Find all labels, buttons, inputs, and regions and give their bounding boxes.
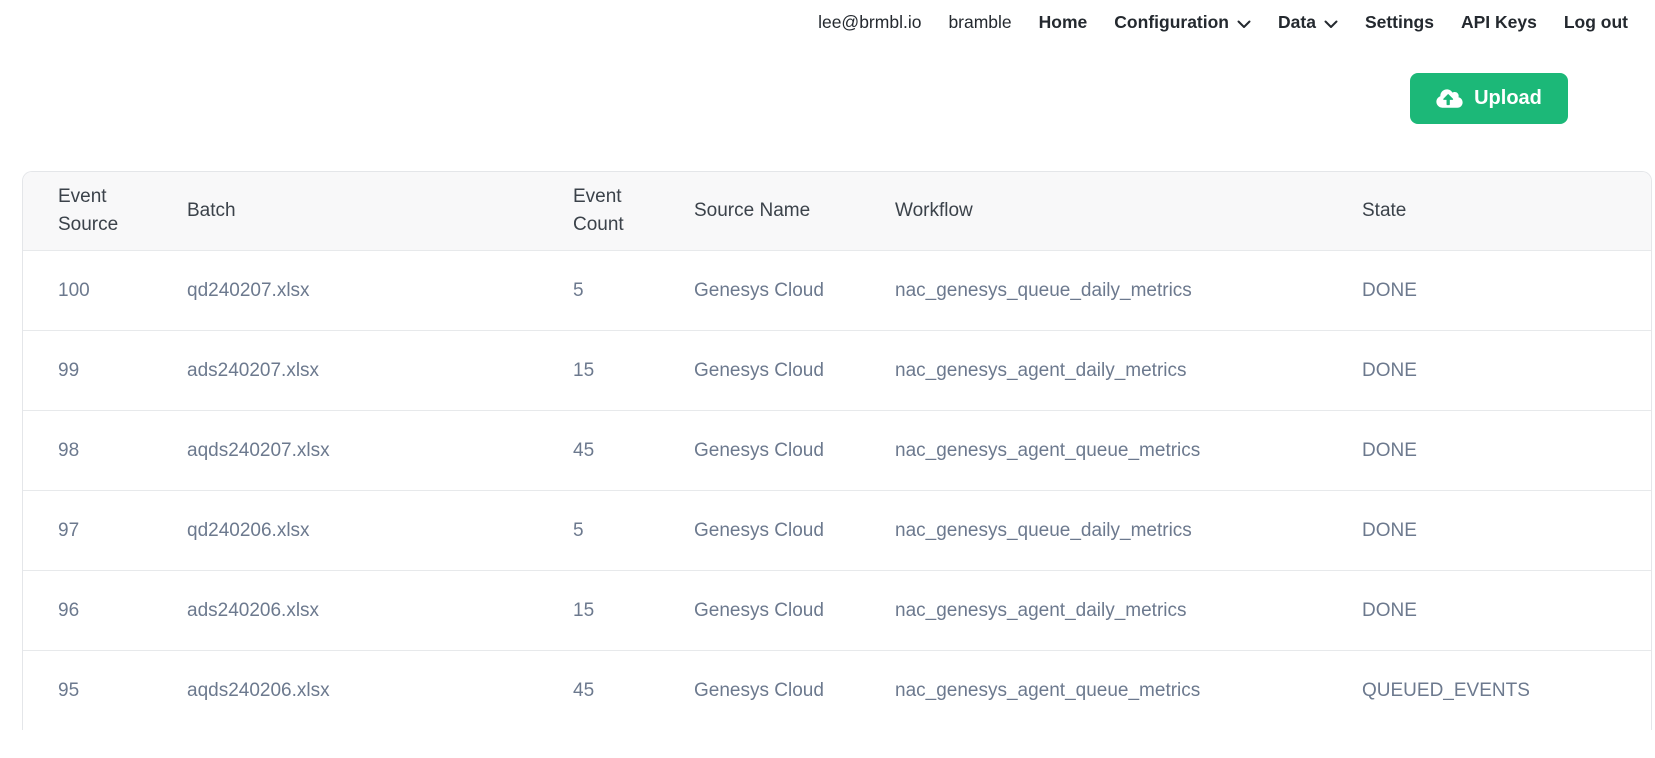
nav-item-home[interactable]: Home (1039, 10, 1088, 34)
cell-workflow: nac_genesys_agent_daily_metrics (883, 330, 1350, 411)
column-header-workflow: Workflow (883, 172, 1350, 251)
cell-event-source: 95 (23, 650, 175, 730)
column-header-event-count: Event Count (561, 172, 682, 251)
cell-event-source: 96 (23, 570, 175, 651)
cell-batch: aqds240206.xlsx (175, 650, 561, 730)
cell-workflow: nac_genesys_agent_queue_metrics (883, 410, 1350, 491)
nav-item-label: Home (1038, 12, 1088, 32)
nav-item-label: API Keys (1460, 12, 1537, 32)
cell-state: DONE (1350, 490, 1651, 571)
nav-item-label: Log out (1563, 12, 1628, 32)
cell-event-count: 15 (561, 570, 682, 651)
nav-item-settings[interactable]: Settings (1365, 10, 1434, 34)
chevron-down-icon (1324, 11, 1338, 35)
cell-batch: aqds240207.xlsx (175, 410, 561, 491)
column-header-state: State (1350, 172, 1651, 251)
cell-workflow: nac_genesys_queue_daily_metrics (883, 490, 1350, 571)
column-header-event-source: Event Source (23, 172, 175, 251)
cell-event-source: 99 (23, 330, 175, 411)
cell-source-name: Genesys Cloud (682, 410, 883, 491)
chevron-down-icon (1237, 11, 1251, 35)
cell-event-count: 15 (561, 330, 682, 411)
cell-workflow: nac_genesys_agent_queue_metrics (883, 650, 1350, 730)
cell-state: DONE (1350, 570, 1651, 651)
table-row[interactable]: 100 qd240207.xlsx 5 Genesys Cloud nac_ge… (23, 250, 1651, 331)
table-row[interactable]: 96 ads240206.xlsx 15 Genesys Cloud nac_g… (23, 570, 1651, 651)
table-row[interactable]: 95 aqds240206.xlsx 45 Genesys Cloud nac_… (23, 650, 1651, 730)
table-row[interactable]: 98 aqds240207.xlsx 45 Genesys Cloud nac_… (23, 410, 1651, 491)
user-email: lee@brmbl.io (818, 12, 922, 32)
nav-item-label: Configuration (1114, 12, 1229, 32)
column-header-source-name: Source Name (682, 172, 883, 251)
nav-item-configuration[interactable]: Configuration (1114, 9, 1251, 35)
cell-event-count: 45 (561, 410, 682, 491)
nav-item-label: Settings (1364, 12, 1434, 32)
upload-button-label: Upload (1474, 87, 1542, 109)
cell-source-name: Genesys Cloud (682, 490, 883, 571)
cell-source-name: Genesys Cloud (682, 250, 883, 331)
cell-batch: ads240207.xlsx (175, 330, 561, 411)
batches-table: Event Source Batch Event Count Source Na… (22, 171, 1652, 730)
nav-item-label: Data (1278, 12, 1316, 32)
toolbar: Upload (0, 35, 1655, 124)
cell-state: DONE (1350, 250, 1651, 331)
cell-state: QUEUED_EVENTS (1350, 650, 1651, 730)
cell-source-name: Genesys Cloud (682, 570, 883, 651)
cell-event-source: 97 (23, 490, 175, 571)
cell-state: DONE (1350, 410, 1651, 491)
nav-item-api-keys[interactable]: API Keys (1461, 10, 1537, 34)
cell-event-count: 5 (561, 250, 682, 331)
cell-workflow: nac_genesys_queue_daily_metrics (883, 250, 1350, 331)
cell-batch: qd240207.xlsx (175, 250, 561, 331)
table-row[interactable]: 97 qd240206.xlsx 5 Genesys Cloud nac_gen… (23, 490, 1651, 571)
upload-button[interactable]: Upload (1410, 73, 1568, 124)
cell-state: DONE (1350, 330, 1651, 411)
org-name: bramble (948, 12, 1012, 32)
cell-event-source: 100 (23, 250, 175, 331)
table-header-row: Event Source Batch Event Count Source Na… (23, 172, 1651, 251)
nav-item-data[interactable]: Data (1278, 9, 1338, 35)
cell-batch: ads240206.xlsx (175, 570, 561, 651)
cell-event-count: 45 (561, 650, 682, 730)
cell-event-count: 5 (561, 490, 682, 571)
table-row[interactable]: 99 ads240207.xlsx 15 Genesys Cloud nac_g… (23, 330, 1651, 411)
cell-batch: qd240206.xlsx (175, 490, 561, 571)
cloud-upload-icon (1436, 88, 1463, 109)
cell-event-source: 98 (23, 410, 175, 491)
cell-source-name: Genesys Cloud (682, 330, 883, 411)
nav-item-log-out[interactable]: Log out (1564, 10, 1628, 34)
cell-source-name: Genesys Cloud (682, 650, 883, 730)
column-header-batch: Batch (175, 172, 561, 251)
cell-workflow: nac_genesys_agent_daily_metrics (883, 570, 1350, 651)
top-navbar: lee@brmbl.io bramble Home Configuration … (0, 0, 1655, 35)
